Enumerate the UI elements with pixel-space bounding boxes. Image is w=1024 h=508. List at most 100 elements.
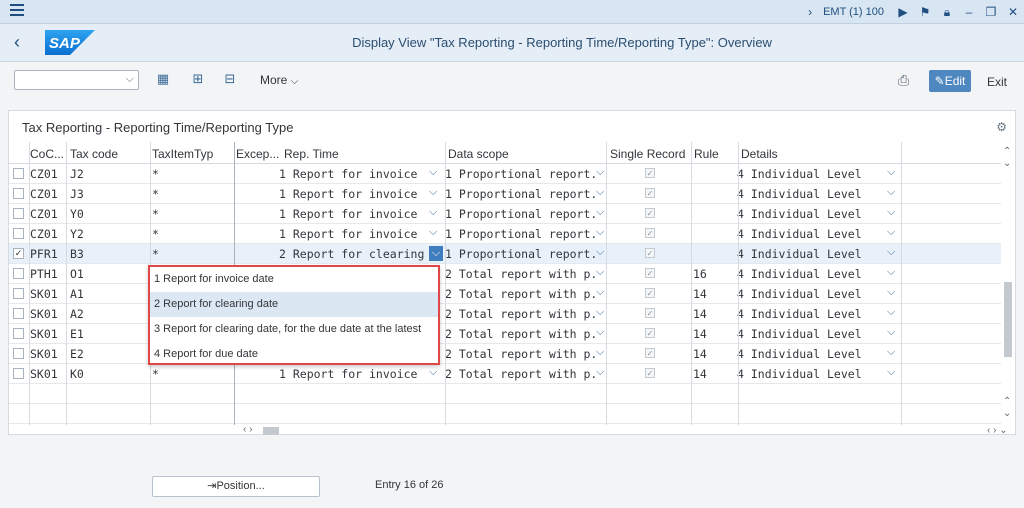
select-all-icon[interactable]: ▦ (155, 71, 171, 87)
cell-data-scope[interactable]: 1 Proportional report. (445, 247, 595, 261)
cell-details[interactable]: 4 Individual Level (737, 207, 887, 221)
select-block-icon[interactable]: ⊞ (190, 71, 206, 87)
cell-company-code[interactable]: CZ01 (30, 207, 58, 221)
dropdown-option-selected[interactable]: 2 Report for clearing date (150, 292, 438, 317)
details-dropdown-icon[interactable]: ⌵ (887, 266, 895, 279)
cell-rule[interactable]: 14 (693, 347, 707, 361)
cell-tax-item-type[interactable]: * (152, 367, 159, 381)
details-dropdown-icon[interactable]: ⌵ (887, 286, 895, 299)
cell-details[interactable]: 4 Individual Level (737, 287, 887, 301)
single-record-checkbox[interactable]: ✓ (645, 368, 655, 378)
data-scope-dropdown-icon[interactable]: ⌵ (596, 226, 604, 239)
scroll-up-icon[interactable]: ⌃ (1003, 146, 1011, 157)
cell-tax-code[interactable]: B3 (70, 247, 84, 261)
rep-time-dropdown-icon[interactable]: ⌵ (429, 366, 437, 379)
row-checkbox[interactable] (13, 268, 24, 279)
cell-tax-item-type[interactable]: * (152, 167, 159, 181)
row-checkbox[interactable] (13, 228, 24, 239)
cell-company-code[interactable]: SK01 (30, 307, 58, 321)
single-record-checkbox[interactable]: ✓ (645, 328, 655, 338)
rep-time-dropdown-icon[interactable]: ⌵ (429, 186, 437, 199)
deselect-all-icon[interactable]: ⊟ (222, 71, 238, 87)
col-header-tax-code[interactable]: Tax code (70, 147, 118, 161)
cell-rep-time[interactable]: 2 Report for clearing (279, 247, 429, 261)
table-row[interactable]: ✓ PFR1 B3 * 2 Report for clearing ⌵ 1 Proporti… (9, 244, 1001, 264)
details-dropdown-icon[interactable]: ⌵ (887, 346, 895, 359)
col-header-data-scope[interactable]: Data scope (448, 147, 509, 161)
scroll-down-end-icon[interactable]: ⌄ (1003, 408, 1011, 419)
dropdown-option[interactable]: 1 Report for invoice date (150, 267, 438, 292)
cell-tax-code[interactable]: J2 (70, 167, 84, 181)
data-scope-dropdown-icon[interactable]: ⌵ (596, 346, 604, 359)
exit-button[interactable]: Exit (987, 75, 1007, 89)
cell-tax-code[interactable]: Y2 (70, 227, 84, 241)
more-menu[interactable]: More ⌵ (260, 73, 298, 87)
single-record-checkbox[interactable]: ✓ (645, 248, 655, 258)
row-checkbox[interactable] (13, 288, 24, 299)
details-dropdown-icon[interactable]: ⌵ (887, 366, 895, 379)
cell-details[interactable]: 4 Individual Level (737, 227, 887, 241)
data-scope-dropdown-icon[interactable]: ⌵ (596, 286, 604, 299)
cell-details[interactable]: 4 Individual Level (737, 247, 887, 261)
restore-icon[interactable]: ❐ (980, 0, 1002, 24)
rep-time-dropdown-icon[interactable]: ⌵ (429, 246, 443, 261)
print-icon[interactable]: ⎙ (898, 72, 909, 89)
single-record-checkbox[interactable]: ✓ (645, 188, 655, 198)
cell-details[interactable]: 4 Individual Level (737, 307, 887, 321)
cell-company-code[interactable]: CZ01 (30, 167, 58, 181)
data-scope-dropdown-icon[interactable]: ⌵ (596, 266, 604, 279)
details-dropdown-icon[interactable]: ⌵ (887, 166, 895, 179)
vertical-scrollbar[interactable]: ⌃ ⌄ ⌃ ⌄ (1001, 142, 1015, 434)
data-scope-dropdown-icon[interactable]: ⌵ (596, 246, 604, 259)
cell-rule[interactable]: 14 (693, 327, 707, 341)
col-header-company-code[interactable]: CoC... (30, 147, 64, 161)
cell-company-code[interactable]: SK01 (30, 367, 58, 381)
row-checkbox[interactable] (13, 368, 24, 379)
row-checkbox[interactable] (13, 328, 24, 339)
variant-select[interactable]: ⌵ (14, 70, 139, 90)
cell-rep-time[interactable]: 1 Report for invoice (279, 367, 429, 381)
row-checkbox[interactable] (13, 348, 24, 359)
row-checkbox[interactable] (13, 208, 24, 219)
cell-tax-code[interactable]: J3 (70, 187, 84, 201)
row-checkbox[interactable] (13, 188, 24, 199)
cell-tax-code[interactable]: Y0 (70, 207, 84, 221)
single-record-checkbox[interactable]: ✓ (645, 348, 655, 358)
dropdown-option[interactable]: 3 Report for clearing date, for the due … (150, 317, 438, 342)
cell-data-scope[interactable]: 1 Proportional report. (445, 187, 595, 201)
row-checkbox[interactable] (13, 168, 24, 179)
cell-data-scope[interactable]: 1 Proportional report. (445, 207, 595, 221)
single-record-checkbox[interactable]: ✓ (645, 168, 655, 178)
cell-company-code[interactable]: PFR1 (30, 247, 58, 261)
cell-data-scope[interactable]: 2 Total report with p. (445, 327, 595, 341)
cell-data-scope[interactable]: 2 Total report with p. (445, 307, 595, 321)
play-icon[interactable]: ▶ (892, 0, 914, 24)
cell-details[interactable]: 4 Individual Level (737, 187, 887, 201)
cell-company-code[interactable]: SK01 (30, 287, 58, 301)
details-dropdown-icon[interactable]: ⌵ (887, 226, 895, 239)
cell-tax-code[interactable]: A2 (70, 307, 84, 321)
data-scope-dropdown-icon[interactable]: ⌵ (596, 326, 604, 339)
edit-button[interactable]: ✎Edit (929, 70, 971, 92)
cell-tax-code[interactable]: K0 (70, 367, 84, 381)
customize-icon[interactable]: ⚑ (914, 0, 936, 24)
cell-tax-code[interactable]: A1 (70, 287, 84, 301)
scroll-down-small-icon[interactable]: ⌄ (1003, 158, 1011, 169)
scroll-left-right-icon[interactable]: ‹ › (243, 424, 252, 435)
cell-rule[interactable]: 14 (693, 287, 707, 301)
details-dropdown-icon[interactable]: ⌵ (887, 326, 895, 339)
data-scope-dropdown-icon[interactable]: ⌵ (596, 206, 604, 219)
cell-company-code[interactable]: CZ01 (30, 227, 58, 241)
scroll-left-right-end-icon[interactable]: ‹ › ⌄ (987, 425, 1008, 436)
details-dropdown-icon[interactable]: ⌵ (887, 306, 895, 319)
data-scope-dropdown-icon[interactable]: ⌵ (596, 186, 604, 199)
cell-details[interactable]: 4 Individual Level (737, 347, 887, 361)
cell-rule[interactable]: 16 (693, 267, 707, 281)
cell-tax-code[interactable]: O1 (70, 267, 84, 281)
single-record-checkbox[interactable]: ✓ (645, 268, 655, 278)
cell-data-scope[interactable]: 2 Total report with p. (445, 287, 595, 301)
col-header-tax-item-type[interactable]: TaxItemTyp (152, 147, 213, 161)
cell-company-code[interactable]: SK01 (30, 347, 58, 361)
settings-icon[interactable]: ⚙ (996, 120, 1007, 134)
col-header-details[interactable]: Details (741, 147, 778, 161)
